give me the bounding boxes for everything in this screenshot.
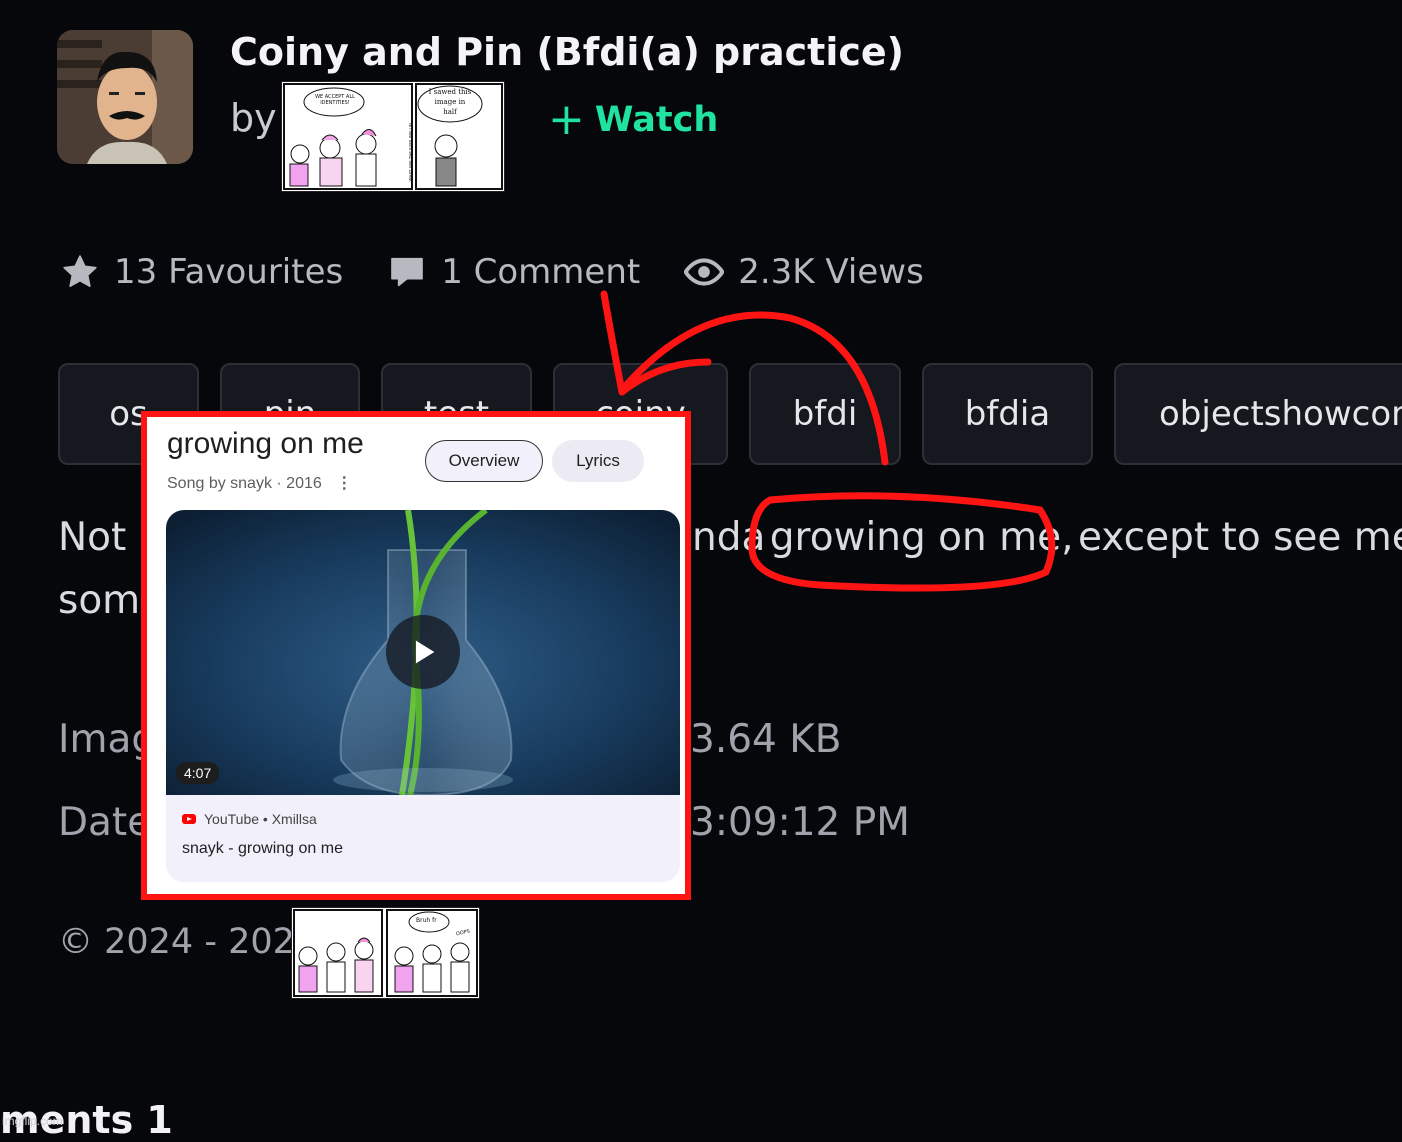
video-source: YouTube • Xmillsa — [182, 811, 317, 827]
date-value: 3:09:12 PM — [690, 800, 910, 845]
views-count: 2.3K Views — [738, 252, 924, 292]
tab-overview[interactable]: Overview — [425, 440, 543, 482]
youtube-icon — [182, 814, 196, 824]
author-avatar[interactable] — [57, 30, 193, 164]
views-stat: 2.3K Views — [684, 252, 924, 292]
comic-speech: Bruh fr — [416, 917, 437, 924]
description-text: except to see me fo — [1077, 515, 1402, 560]
tag-chip[interactable]: bfdi — [749, 363, 901, 465]
play-button[interactable] — [386, 615, 460, 689]
comments-stat[interactable]: 1 Comment — [387, 252, 640, 292]
tag-chip[interactable]: objectshowcom — [1114, 363, 1402, 465]
description-line-1-right: nda growing on me, except to see me fo — [692, 515, 1402, 560]
video-source-text: YouTube • Xmillsa — [204, 811, 317, 827]
tab-lyrics[interactable]: Lyrics — [552, 440, 644, 482]
author-comic-image[interactable]: WE ACCEPT ALL IDENTITIES! I sawed this i… — [281, 81, 505, 192]
plus-icon: + — [548, 94, 585, 145]
song-subtitle-text: Song by snayk · 2016 — [167, 475, 322, 492]
play-icon — [415, 640, 435, 664]
description-highlight: growing on me, — [769, 515, 1074, 560]
eye-icon — [684, 258, 725, 286]
comic-speech-left: WE ACCEPT ALL IDENTITIES! — [315, 94, 355, 106]
description-text: Not — [58, 515, 127, 560]
description-text: nda — [692, 515, 766, 560]
watch-button[interactable]: + Watch — [548, 98, 718, 142]
comic-side-text: WHAT ARE THE FUSS WALLIN — [408, 123, 414, 182]
favourites-stat[interactable]: 13 Favourites — [60, 252, 343, 292]
stats-bar: 13 Favourites 1 Comment 2.3K Views — [60, 252, 968, 292]
comments-count: 1 Comment — [441, 252, 641, 292]
video-duration: 4:07 — [176, 762, 220, 784]
tag-chip[interactable]: bfdia — [922, 363, 1093, 465]
more-options-icon[interactable]: ⋮ — [336, 475, 352, 492]
watch-label: Watch — [594, 100, 719, 140]
song-title: growing on me — [167, 427, 364, 460]
imgflip-watermark: imgflip.com — [2, 1114, 63, 1128]
description-line-1: Not — [58, 515, 126, 560]
video-title[interactable]: snayk - growing on me — [182, 840, 343, 858]
comic-image-bottom: Bruh fr OOPS — [291, 907, 480, 999]
copyright: © 2024 - 2025 — [58, 922, 318, 962]
comment-icon — [391, 257, 424, 287]
comic-speech-right: I sawed this image in half — [428, 88, 472, 116]
favourites-count: 13 Favourites — [114, 252, 344, 292]
video-result-card[interactable]: 4:07 YouTube • Xmillsa snayk - growing o… — [166, 510, 680, 882]
description-line-2: som — [58, 578, 141, 623]
song-subtitle: Song by snayk · 2016 ⋮ — [167, 473, 352, 493]
image-size-value: 3.64 KB — [690, 717, 842, 762]
song-search-card: growing on me Song by snayk · 2016 ⋮ Ove… — [141, 411, 691, 900]
star-icon — [63, 255, 97, 287]
artwork-title: Coiny and Pin (Bfdi(a) practice) — [230, 30, 905, 74]
by-label: by — [230, 96, 277, 140]
date-label: Date — [58, 800, 152, 845]
